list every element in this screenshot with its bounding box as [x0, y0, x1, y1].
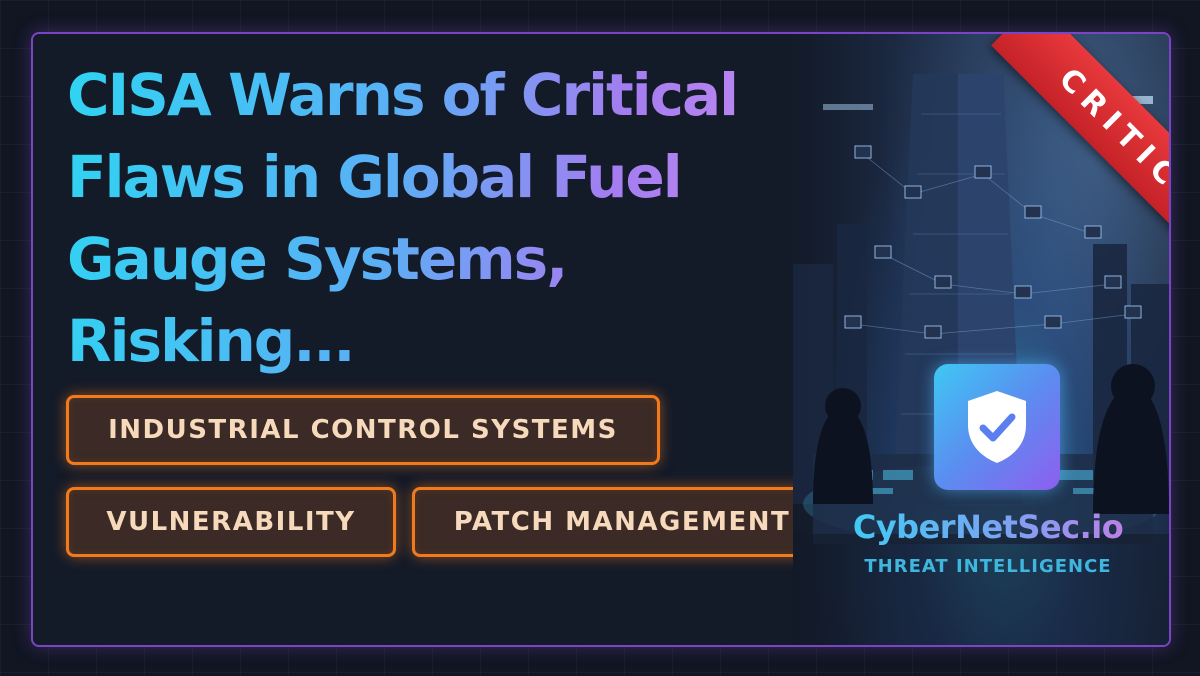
brand-tagline: THREAT INTELLIGENCE — [864, 556, 1112, 577]
brand-name[interactable]: CyberNetSec.io — [833, 508, 1143, 546]
brand-logo — [934, 364, 1060, 490]
shield-check-icon — [968, 391, 1026, 463]
critical-ribbon: CRITICAL — [991, 34, 1169, 300]
article-card[interactable]: CISA Warns of Critical Flaws in Global F… — [31, 32, 1171, 647]
